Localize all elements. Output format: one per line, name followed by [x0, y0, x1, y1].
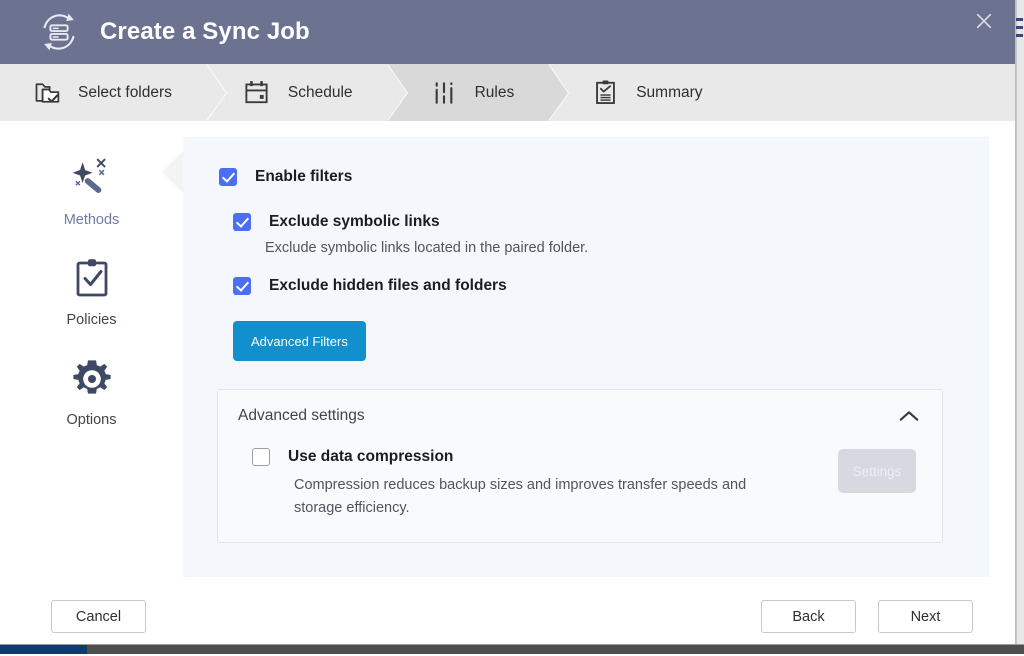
chevron-up-icon[interactable]: [898, 409, 920, 423]
clipboard-check-icon: [72, 255, 112, 303]
sidebar-item-policies[interactable]: Policies: [32, 243, 152, 339]
exclude-hidden-label: Exclude hidden files and folders: [269, 276, 507, 295]
step-label: Select folders: [78, 84, 172, 102]
sidebar-item-options[interactable]: Options: [32, 343, 152, 439]
exclude-hidden-row[interactable]: Exclude hidden files and folders: [233, 276, 953, 295]
advanced-settings-body: Use data compression Compression reduces…: [238, 447, 920, 520]
dialog-title: Create a Sync Job: [100, 18, 310, 46]
close-icon[interactable]: [967, 4, 1001, 38]
use-data-compression-checkbox[interactable]: [252, 448, 270, 466]
sidebar-item-label: Policies: [67, 312, 117, 328]
step-rules[interactable]: Rules: [387, 64, 549, 121]
sidebar-item-label: Methods: [64, 212, 120, 228]
panel-pointer: [162, 151, 183, 193]
advanced-settings-header[interactable]: Advanced settings: [238, 407, 920, 425]
clipboard-check-icon: [590, 78, 620, 108]
magic-wand-sparkle-icon: [69, 155, 115, 203]
advanced-settings-title: Advanced settings: [238, 407, 365, 425]
use-data-compression-label: Use data compression: [288, 447, 453, 466]
create-sync-job-dialog: Create a Sync Job Select folders: [0, 0, 1016, 644]
sync-refresh-server-icon: [36, 9, 82, 55]
enable-filters-label: Enable filters: [255, 167, 352, 186]
dialog-titlebar: Create a Sync Job: [0, 0, 1015, 64]
step-label: Schedule: [288, 84, 353, 102]
background-app-sliver: [1016, 0, 1024, 644]
wizard-steps: Select folders Schedule: [0, 64, 1015, 121]
footer-nav-buttons: Back Next: [761, 600, 988, 633]
sidebar-item-methods[interactable]: Methods: [32, 143, 152, 239]
step-schedule[interactable]: Schedule: [206, 64, 387, 121]
enable-filters-row[interactable]: Enable filters: [219, 167, 953, 186]
cancel-button[interactable]: Cancel: [51, 600, 146, 633]
taskbar-active-window[interactable]: [0, 645, 87, 654]
step-label: Summary: [636, 84, 702, 102]
gear-icon: [71, 355, 113, 403]
step-select-folders[interactable]: Select folders: [0, 64, 206, 121]
use-data-compression-row[interactable]: Use data compression: [252, 447, 838, 466]
taskbar: [0, 644, 1024, 654]
exclude-symlinks-row[interactable]: Exclude symbolic links: [233, 212, 953, 231]
folder-check-icon: [32, 78, 62, 108]
use-data-compression-description: Compression reduces backup sizes and imp…: [294, 474, 764, 520]
advanced-settings-card: Advanced settings Use data compression: [217, 389, 943, 543]
sliders-icon: [429, 78, 459, 108]
rules-content-panel: Enable filters Exclude symbolic links Ex…: [183, 137, 989, 577]
sidebar: Methods Policies: [0, 121, 183, 577]
dialog-body: Methods Policies: [0, 121, 1015, 577]
compression-settings-button[interactable]: Settings: [838, 449, 916, 493]
exclude-symlinks-description: Exclude symbolic links located in the pa…: [265, 238, 953, 258]
calendar-icon: [242, 78, 272, 108]
back-button[interactable]: Back: [761, 600, 856, 633]
advanced-filters-button[interactable]: Advanced Filters: [233, 321, 366, 361]
step-label: Rules: [475, 84, 515, 102]
exclude-symlinks-label: Exclude symbolic links: [269, 212, 440, 231]
step-summary[interactable]: Summary: [548, 64, 736, 121]
next-button[interactable]: Next: [878, 600, 973, 633]
exclude-symlinks-checkbox[interactable]: [233, 213, 251, 231]
sidebar-item-label: Options: [67, 412, 117, 428]
enable-filters-checkbox[interactable]: [219, 168, 237, 186]
exclude-hidden-checkbox[interactable]: [233, 277, 251, 295]
